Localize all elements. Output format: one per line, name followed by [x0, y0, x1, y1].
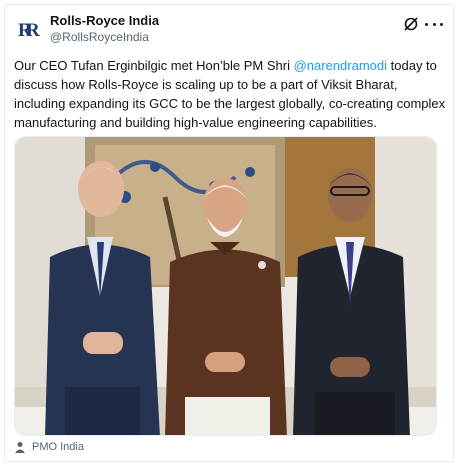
avatar[interactable]: R R [14, 14, 44, 44]
grok-icon[interactable] [403, 16, 419, 32]
svg-text:R: R [26, 20, 40, 41]
account-handle[interactable]: @RollsRoyceIndia [50, 30, 149, 44]
tweet-card: R R Rolls-Royce India @RollsRoyceIndia O… [0, 0, 458, 464]
more-icon[interactable] [425, 16, 443, 32]
credit-label: PMO India [32, 441, 84, 453]
photo-credit[interactable]: PMO India [14, 441, 84, 453]
mention-link[interactable]: @narendramodi [294, 58, 387, 73]
person-icon [14, 441, 26, 453]
tweet-text: Our CEO Tufan Erginbilgic met Hon’ble PM… [14, 56, 446, 132]
tweet-text-before: Our CEO Tufan Erginbilgic met Hon’ble PM… [14, 58, 294, 73]
photo-illustration [15, 137, 436, 435]
rolls-royce-logo-icon: R R [18, 20, 40, 41]
account-name[interactable]: Rolls-Royce India [50, 13, 159, 28]
tweet-photo[interactable] [14, 136, 437, 436]
